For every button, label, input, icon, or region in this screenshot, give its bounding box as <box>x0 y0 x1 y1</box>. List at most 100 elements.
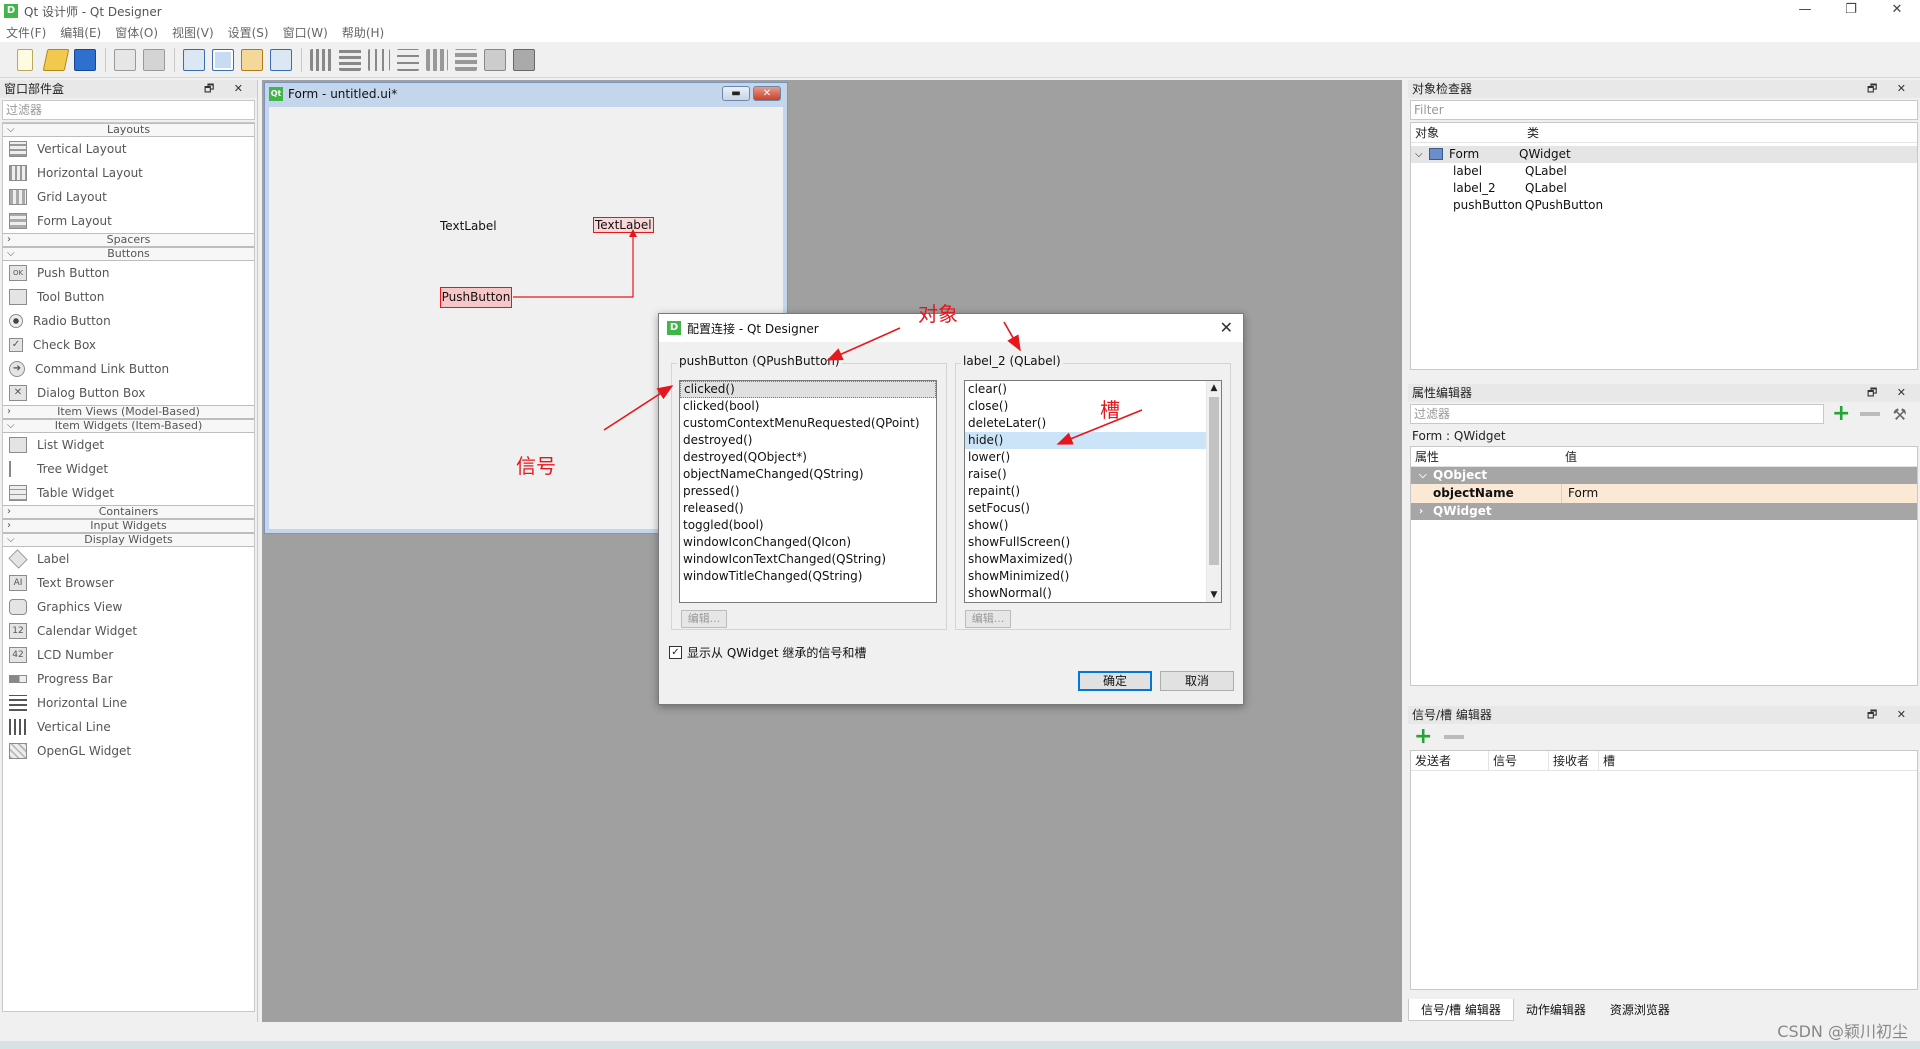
widget-item-radio-button[interactable]: Radio Button <box>3 309 254 333</box>
signal-item[interactable]: toggled(bool) <box>680 517 936 534</box>
property-filter-input[interactable]: 过滤器 <box>1410 404 1824 424</box>
tab-signal-slot-editor[interactable]: 信号/槽 编辑器 <box>1408 999 1514 1021</box>
send-to-back-icon[interactable] <box>143 48 165 71</box>
category-item-widgets[interactable]: ⌵ Item Widgets (Item-Based) <box>3 419 254 433</box>
widget-item-graphics-view[interactable]: Graphics View <box>3 595 254 619</box>
dock-controls-icon[interactable]: 🗗 ✕ <box>1867 384 1914 402</box>
menu-view[interactable]: 视图(V) <box>172 24 214 41</box>
form-window-titlebar[interactable]: Qt Form - untitled.ui* <box>265 83 787 105</box>
widget-item-lcd-number[interactable]: 42 LCD Number <box>3 643 254 667</box>
tab-action-editor[interactable]: 动作编辑器 <box>1514 999 1598 1021</box>
signal-item[interactable]: customContextMenuRequested(QPoint) <box>680 415 936 432</box>
tree-row-label[interactable]: label QLabel <box>1411 163 1917 180</box>
widget-item-horizontal-layout[interactable]: Horizontal Layout <box>3 161 254 185</box>
property-table[interactable]: 属性 值 ⌵ QObject objectName Form › QWidget <box>1410 446 1918 686</box>
slot-item[interactable]: repaint() <box>965 483 1206 500</box>
signal-item[interactable]: destroyed(QObject*) <box>680 449 936 466</box>
open-folder-icon[interactable] <box>42 48 70 71</box>
edit-widgets-icon[interactable] <box>183 48 205 71</box>
signal-item[interactable]: objectNameChanged(QString) <box>680 466 936 483</box>
widget-item-vertical-layout[interactable]: Vertical Layout <box>3 137 254 161</box>
dock-controls-icon[interactable]: 🗗 ✕ <box>1867 80 1914 98</box>
expand-arrow-icon[interactable]: ⌵ <box>1411 146 1425 163</box>
property-group-qwidget[interactable]: › QWidget <box>1411 503 1917 520</box>
minimize-button[interactable]: — <box>1782 0 1828 22</box>
splitter-vertical-icon[interactable] <box>397 48 419 71</box>
widget-item-opengl-widget[interactable]: OpenGL Widget <box>3 739 254 763</box>
grid-layout-icon[interactable] <box>426 48 448 71</box>
signal-item[interactable]: pressed() <box>680 483 936 500</box>
signal-item[interactable]: destroyed() <box>680 432 936 449</box>
add-property-icon[interactable]: + <box>1832 403 1850 425</box>
maximize-button[interactable]: ❐ <box>1828 0 1874 22</box>
col-receiver[interactable]: 接收者 <box>1549 751 1599 770</box>
object-tree[interactable]: 对象 类 ⌵ Form QWidget label QLabel label_2… <box>1410 122 1918 370</box>
widget-item-dialog-button-box[interactable]: ✕ Dialog Button Box <box>3 381 254 405</box>
edit-slots-button[interactable]: 编辑... <box>965 610 1011 628</box>
edit-buddies-icon[interactable] <box>241 48 263 71</box>
col-sender[interactable]: 发送者 <box>1411 751 1489 770</box>
slot-item[interactable]: setFocus() <box>965 500 1206 517</box>
slot-item[interactable]: showNormal() <box>965 585 1206 602</box>
objectname-value[interactable]: Form <box>1561 484 1917 503</box>
col-object[interactable]: 对象 <box>1411 123 1523 142</box>
cancel-button[interactable]: 取消 <box>1160 671 1234 691</box>
save-icon[interactable] <box>74 48 96 71</box>
widget-box-filter-input[interactable]: 过滤器 <box>2 100 255 120</box>
menu-form[interactable]: 窗体(O) <box>115 24 158 41</box>
category-layouts[interactable]: ⌵ Layouts <box>3 123 254 137</box>
menu-file[interactable]: 文件(F) <box>6 24 46 41</box>
widget-item-command-link-button[interactable]: ➜ Command Link Button <box>3 357 254 381</box>
break-layout-icon[interactable] <box>484 48 506 71</box>
category-display-widgets[interactable]: ⌵ Display Widgets <box>3 533 254 547</box>
widget-item-check-box[interactable]: ✓ Check Box <box>3 333 254 357</box>
close-window-button[interactable]: ✕ <box>1874 0 1920 22</box>
category-buttons[interactable]: ⌵ Buttons <box>3 247 254 261</box>
widget-item-table-widget[interactable]: Table Widget <box>3 481 254 505</box>
dock-controls-icon[interactable]: 🗗 ✕ <box>204 80 251 98</box>
signal-item[interactable]: windowTitleChanged(QString) <box>680 568 936 585</box>
edit-tab-order-icon[interactable] <box>270 48 292 71</box>
menu-settings[interactable]: 设置(S) <box>228 24 269 41</box>
widget-item-push-button[interactable]: OK Push Button <box>3 261 254 285</box>
inherit-checkbox[interactable]: ✓ <box>669 646 682 659</box>
col-value[interactable]: 值 <box>1561 447 1577 466</box>
signal-item[interactable]: clicked(bool) <box>680 398 936 415</box>
connections-table[interactable]: 发送者 信号 接收者 槽 <box>1410 750 1918 990</box>
signal-list[interactable]: clicked() clicked(bool) customContextMenuR… <box>679 380 937 603</box>
widget-item-vertical-line[interactable]: Vertical Line <box>3 715 254 739</box>
col-class[interactable]: 类 <box>1523 123 1539 142</box>
slot-item[interactable]: showMinimized() <box>965 568 1206 585</box>
widget-item-text-browser[interactable]: AI Text Browser <box>3 571 254 595</box>
remove-connection-icon[interactable] <box>1444 735 1465 739</box>
slot-item[interactable]: raise() <box>965 466 1206 483</box>
lay-out-vertically-icon[interactable] <box>339 48 361 71</box>
signal-item[interactable]: clicked() <box>680 381 936 398</box>
category-spacers[interactable]: › Spacers <box>3 233 254 247</box>
object-filter-input[interactable]: Filter <box>1410 100 1918 120</box>
slot-item[interactable]: show() <box>965 517 1206 534</box>
signal-item[interactable]: released() <box>680 500 936 517</box>
widget-item-grid-layout[interactable]: Grid Layout <box>3 185 254 209</box>
col-property[interactable]: 属性 <box>1411 447 1561 466</box>
slot-list-scrollbar[interactable]: ▲ ▼ <box>1206 381 1221 602</box>
splitter-horizontal-icon[interactable] <box>368 48 390 71</box>
bring-to-front-icon[interactable] <box>114 48 136 71</box>
category-input-widgets[interactable]: › Input Widgets <box>3 519 254 533</box>
tree-row-form[interactable]: ⌵ Form QWidget <box>1411 146 1917 163</box>
slot-item[interactable]: hide() <box>965 432 1206 449</box>
widget-item-calendar-widget[interactable]: 12 Calendar Widget <box>3 619 254 643</box>
category-containers[interactable]: › Containers <box>3 505 254 519</box>
remove-property-icon[interactable] <box>1860 412 1881 416</box>
form-close-button[interactable]: ✕ <box>753 86 781 101</box>
new-file-icon[interactable] <box>17 48 33 71</box>
inherit-checkbox-row[interactable]: ✓ 显示从 QWidget 继承的信号和槽 <box>669 644 866 661</box>
menu-window[interactable]: 窗口(W) <box>283 24 328 41</box>
form-minimize-button[interactable]: ▬ <box>722 86 750 101</box>
widget-item-form-layout[interactable]: Form Layout <box>3 209 254 233</box>
dialog-close-icon[interactable]: ✕ <box>1220 318 1233 337</box>
scroll-up-icon[interactable]: ▲ <box>1207 381 1221 395</box>
menu-help[interactable]: 帮助(H) <box>342 24 384 41</box>
property-group-qobject[interactable]: ⌵ QObject <box>1411 467 1917 484</box>
form-layout-icon[interactable] <box>455 48 477 71</box>
